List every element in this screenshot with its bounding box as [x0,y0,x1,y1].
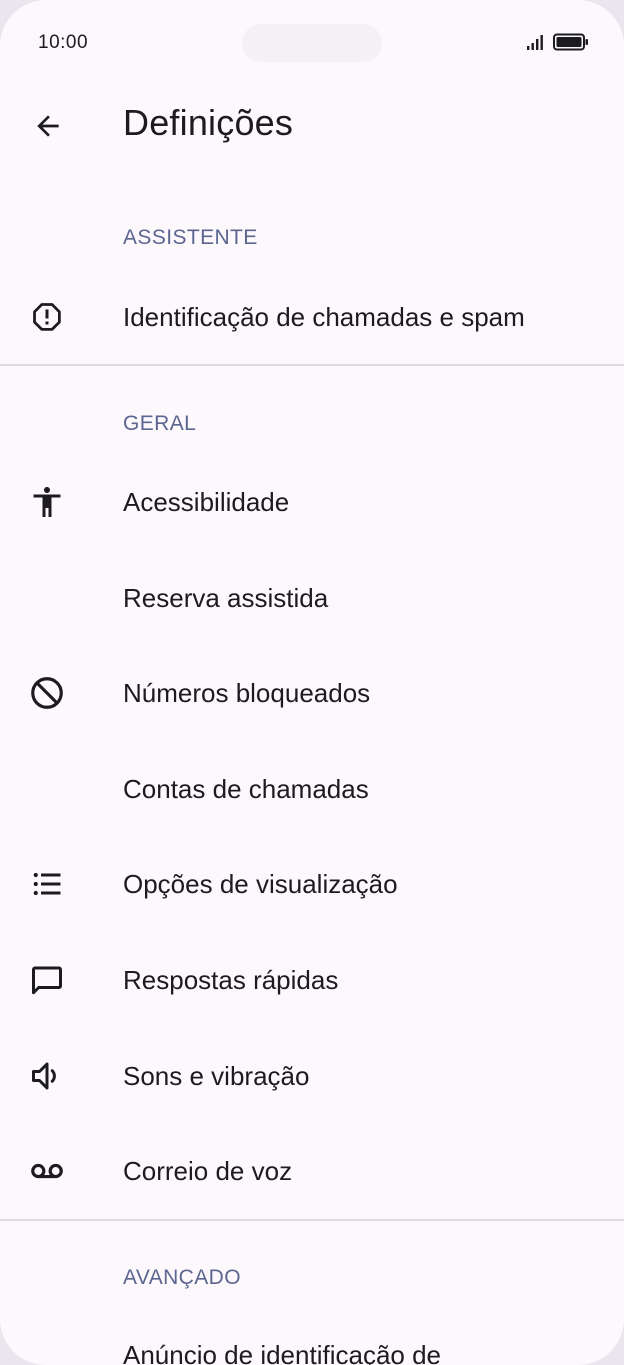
block-icon [28,674,66,712]
settings-row-quick-responses[interactable]: Respostas rápidas [0,934,624,1026]
app-bar: Definições [0,86,624,166]
voicemail-icon [28,1152,66,1190]
settings-row-caller-id-spam[interactable]: Identificação de chamadas e spam [0,271,624,363]
accessibility-icon [28,483,66,521]
settings-row-caller-id-announcement[interactable]: Anúncio de identificação de [123,1340,441,1365]
settings-row-label: Identificação de chamadas e spam [123,302,525,332]
status-bar: 10:00 [0,0,624,86]
section-header-avancado: AVANÇADO [123,1266,241,1289]
page-title: Definições [123,102,294,143]
settings-row-sounds-vibration[interactable]: Sons e vibração [0,1030,624,1122]
settings-screen: 10:00 Definições ASSISTENTE Identificaçã… [0,0,624,1365]
settings-row-calling-accounts[interactable]: Contas de chamadas [0,743,624,835]
settings-row-label: Números bloqueados [123,678,371,708]
settings-row-label: Reserva assistida [123,583,329,613]
settings-row-voicemail[interactable]: Correio de voz [0,1125,624,1217]
arrow-back-icon [37,115,59,137]
list-icon [28,865,66,903]
settings-row-label: Respostas rápidas [123,965,339,995]
battery-icon [553,33,588,51]
settings-row-label: Contas de chamadas [123,774,369,804]
settings-row-accessibility[interactable]: Acessibilidade [0,456,624,548]
section-divider [0,364,624,366]
spam-alert-icon [28,298,66,336]
section-header-assistente: ASSISTENTE [123,226,258,249]
settings-row-blocked-numbers[interactable]: Números bloqueados [0,647,624,739]
status-time: 10:00 [38,32,89,53]
settings-row-label: Opções de visualização [123,869,398,899]
settings-row-assisted-booking[interactable]: Reserva assistida [0,552,624,644]
back-button[interactable] [20,98,76,154]
settings-row-label: Sons e vibração [123,1061,310,1091]
settings-row-display-options[interactable]: Opções de visualização [0,838,624,930]
section-divider [0,1219,624,1221]
section-header-geral: GERAL [123,412,197,435]
settings-row-label: Correio de voz [123,1156,293,1186]
camera-cutout [242,24,382,62]
signal-icon [527,35,543,50]
volume-icon [28,1057,66,1095]
settings-row-label: Acessibilidade [123,487,290,517]
message-icon [28,961,66,999]
